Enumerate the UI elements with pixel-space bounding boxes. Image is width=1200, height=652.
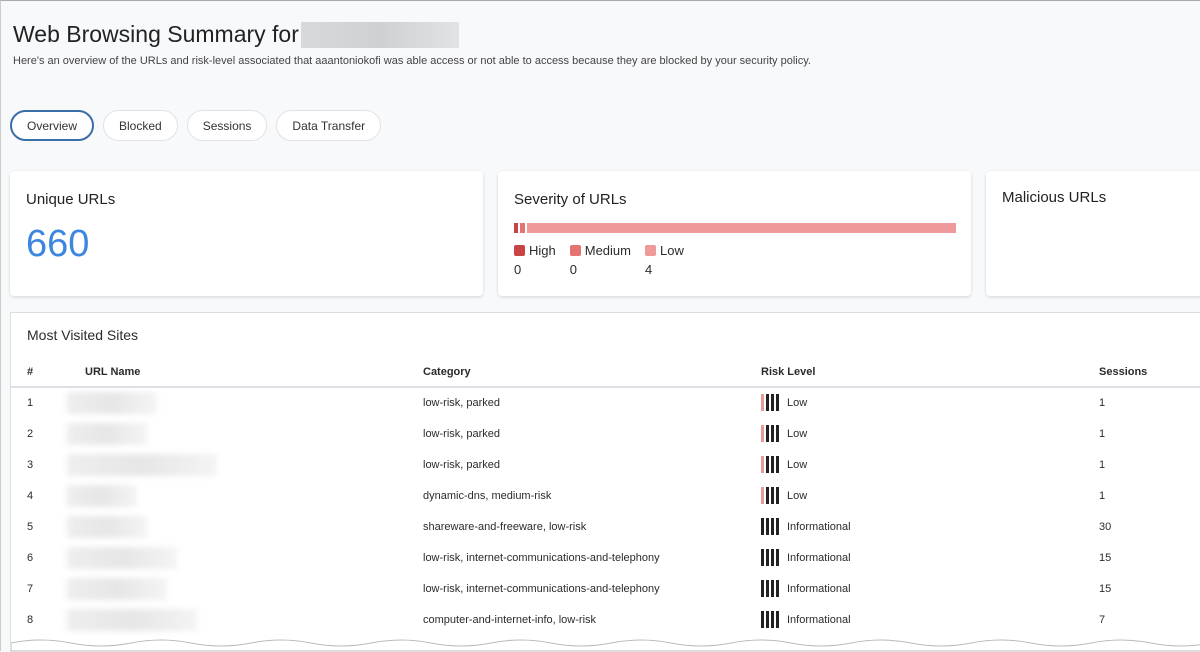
legend-low: Low 4 [645, 243, 684, 277]
severity-bar [514, 223, 956, 233]
swatch-icon [514, 245, 525, 256]
malicious-urls-card: Malicious URLs [986, 171, 1200, 296]
risk-bars-icon [761, 611, 779, 628]
page-title: Web Browsing Summary for [13, 21, 459, 48]
risk-level: Informational [761, 611, 851, 628]
risk-level: Low [761, 425, 807, 442]
risk-bars-icon [761, 487, 779, 504]
swatch-icon [645, 245, 656, 256]
tab-sessions[interactable]: Sessions [186, 110, 268, 141]
page-subtitle: Here's an overview of the URLs and risk-… [13, 55, 811, 67]
table-row[interactable]: 5 shareware-and-freeware, low-risk Infor… [11, 512, 1200, 543]
unique-urls-card: Unique URLs 660 [10, 171, 483, 296]
risk-bars-icon [761, 456, 779, 473]
table-header: # URL Name Category Risk Level Sessions [11, 357, 1200, 388]
table-row[interactable]: 8 computer-and-internet-info, low-risk I… [11, 605, 1200, 636]
redacted-username [300, 21, 459, 48]
risk-level: Informational [761, 549, 851, 566]
table-row[interactable]: 7 low-risk, internet-communications-and-… [11, 574, 1200, 605]
risk-bars-icon [761, 518, 779, 535]
unique-urls-value: 660 [26, 223, 90, 265]
card-title: Severity of URLs [514, 191, 627, 208]
severity-segment-high [514, 223, 518, 233]
table-row[interactable]: 3 low-risk, parked Low 1 [11, 450, 1200, 481]
redacted-url[interactable] [67, 485, 137, 507]
risk-level: Informational [761, 518, 851, 535]
tab-blocked[interactable]: Blocked [103, 110, 178, 141]
redacted-url[interactable] [67, 392, 157, 414]
severity-card: Severity of URLs High 0 Medium 0 Low 4 [498, 171, 971, 296]
redacted-url[interactable] [67, 423, 147, 445]
redacted-url[interactable] [67, 454, 217, 476]
severity-segment-medium [520, 223, 525, 233]
legend-medium: Medium 0 [569, 243, 631, 277]
torn-edge [11, 639, 1200, 651]
card-title: Malicious URLs [1002, 189, 1107, 206]
card-title: Unique URLs [26, 191, 116, 208]
risk-bars-icon [761, 425, 779, 442]
severity-legend: High 0 Medium 0 Low 4 [514, 243, 698, 277]
redacted-url[interactable] [67, 516, 147, 538]
redacted-url[interactable] [67, 609, 197, 631]
legend-high: High 0 [514, 243, 556, 277]
risk-level: Low [761, 456, 807, 473]
tab-data-transfer[interactable]: Data Transfer [276, 110, 382, 141]
table-title: Most Visited Sites [27, 327, 139, 343]
most-visited-sites-table: Most Visited Sites # URL Name Category R… [10, 312, 1200, 652]
redacted-url[interactable] [67, 547, 177, 569]
tab-overview[interactable]: Overview [10, 110, 95, 141]
table-row[interactable]: 6 low-risk, internet-communications-and-… [11, 543, 1200, 574]
risk-level: Informational [761, 580, 851, 597]
risk-bars-icon [761, 549, 779, 566]
swatch-icon [569, 245, 581, 256]
redacted-url[interactable] [67, 578, 167, 600]
table-row[interactable]: 4 dynamic-dns, medium-risk Low 1 [11, 481, 1200, 512]
table-row[interactable]: 2 low-risk, parked Low 1 [11, 419, 1200, 450]
risk-level: Low [761, 487, 807, 504]
risk-bars-icon [761, 580, 779, 597]
risk-bars-icon [761, 394, 779, 411]
severity-segment-low [527, 223, 956, 233]
table-row[interactable]: 1 low-risk, parked Low 1 [11, 388, 1200, 419]
tab-bar: Overview Blocked Sessions Data Transfer [10, 110, 382, 141]
risk-level: Low [761, 394, 807, 411]
